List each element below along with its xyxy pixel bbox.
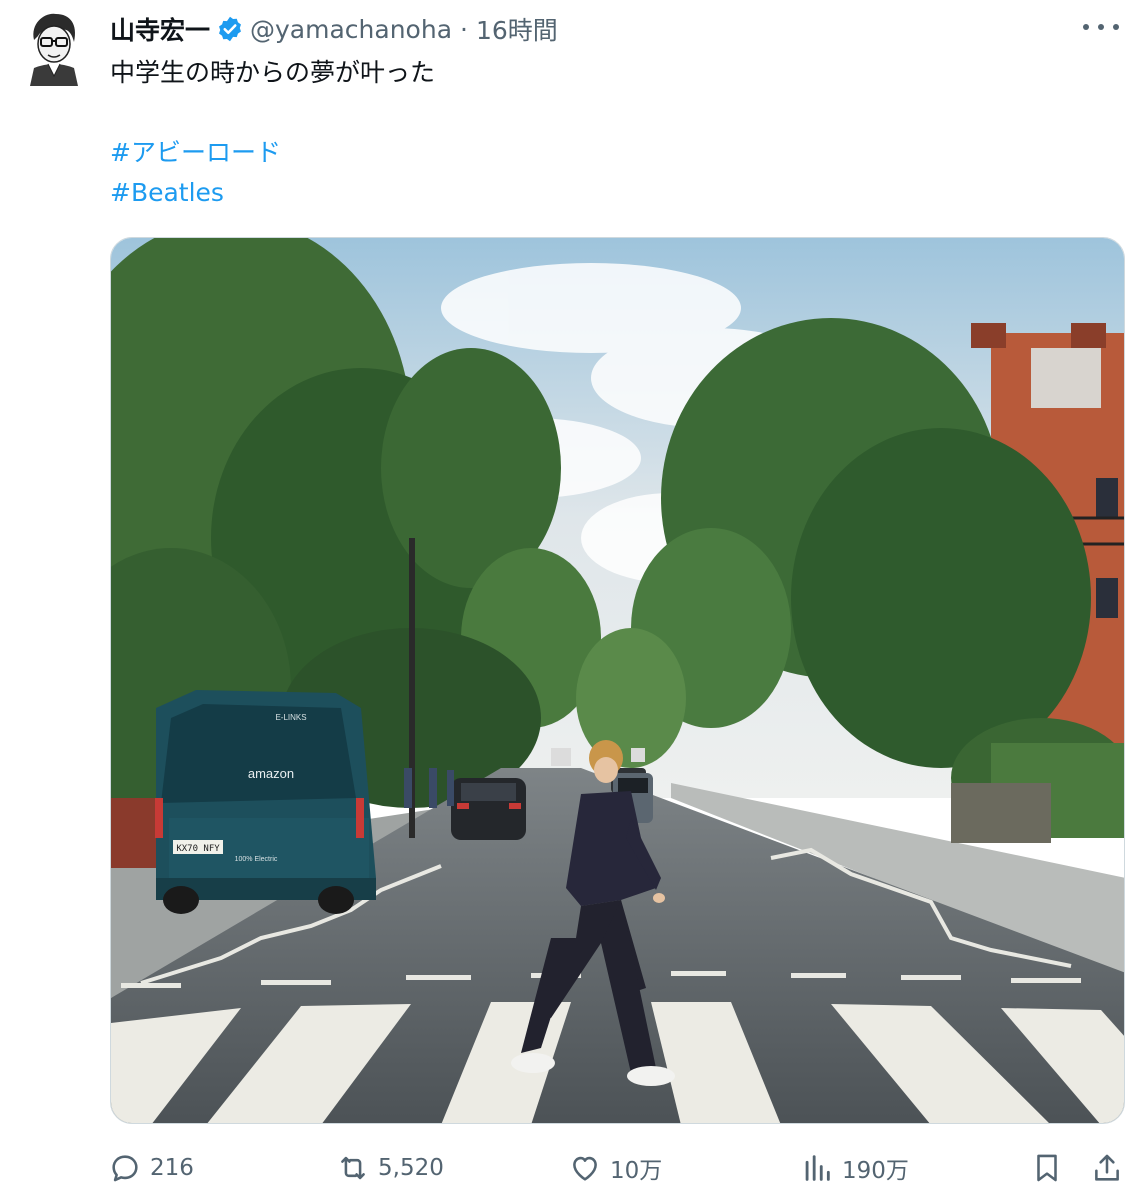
retweet-button[interactable]: 5,520 xyxy=(336,1145,444,1191)
delivery-van: KX70 NFY amazon E-LINKS 100% Electric xyxy=(155,690,376,914)
display-name[interactable]: 山寺宏一 xyxy=(110,11,210,47)
views-chart-icon xyxy=(805,1155,830,1181)
retweet-count: 5,520 xyxy=(378,1155,444,1181)
dot-icon xyxy=(1098,24,1104,30)
more-options-button[interactable] xyxy=(1083,14,1119,40)
van-plate: KX70 NFY xyxy=(176,844,220,854)
share-button[interactable] xyxy=(1090,1145,1124,1191)
heart-icon xyxy=(573,1156,597,1181)
tweet-text: 中学生の時からの夢が叶った xyxy=(110,58,436,87)
tweet-card: 山寺宏一 @yamachanoha · 16時間 中学生の時からの夢が叶った #… xyxy=(0,0,1135,1200)
reply-button[interactable]: 216 xyxy=(108,1145,194,1191)
action-bar: 216 5,520 10万 190万 xyxy=(0,1145,1135,1191)
van-header: E-LINKS xyxy=(275,713,306,722)
abbey-road-photo: KX70 NFY amazon E-LINKS 100% Electric xyxy=(111,238,1124,1123)
tweet-photo[interactable]: KX70 NFY amazon E-LINKS 100% Electric xyxy=(110,237,1125,1124)
retweet-icon xyxy=(341,1156,365,1180)
reply-count: 216 xyxy=(150,1155,194,1181)
timestamp[interactable]: 16時間 xyxy=(476,11,558,47)
bookmark-icon xyxy=(1037,1154,1057,1182)
caricature-avatar-icon xyxy=(22,10,84,86)
share-icon xyxy=(1095,1154,1119,1181)
tweet-header: 山寺宏一 @yamachanoha · 16時間 xyxy=(110,12,558,46)
bookmark-button[interactable] xyxy=(1030,1145,1064,1191)
hashtag-link[interactable]: #Beatles xyxy=(110,175,224,211)
dot-icon xyxy=(1083,24,1089,30)
avatar[interactable] xyxy=(22,10,84,86)
handle[interactable]: @yamachanoha xyxy=(250,15,452,44)
reply-icon xyxy=(112,1155,138,1182)
verified-badge-icon xyxy=(219,16,241,42)
black-car xyxy=(451,778,526,840)
van-note: 100% Electric xyxy=(235,856,278,863)
like-count: 10万 xyxy=(610,1158,663,1184)
van-brand: amazon xyxy=(248,766,294,781)
views-button[interactable]: 190万 xyxy=(800,1145,909,1191)
like-button[interactable]: 10万 xyxy=(568,1145,662,1191)
views-count: 190万 xyxy=(842,1158,909,1184)
garden-wall xyxy=(951,783,1051,843)
hashtag-link[interactable]: #アビーロード xyxy=(110,135,281,171)
dot-icon xyxy=(1113,24,1119,30)
separator: · xyxy=(460,14,468,44)
